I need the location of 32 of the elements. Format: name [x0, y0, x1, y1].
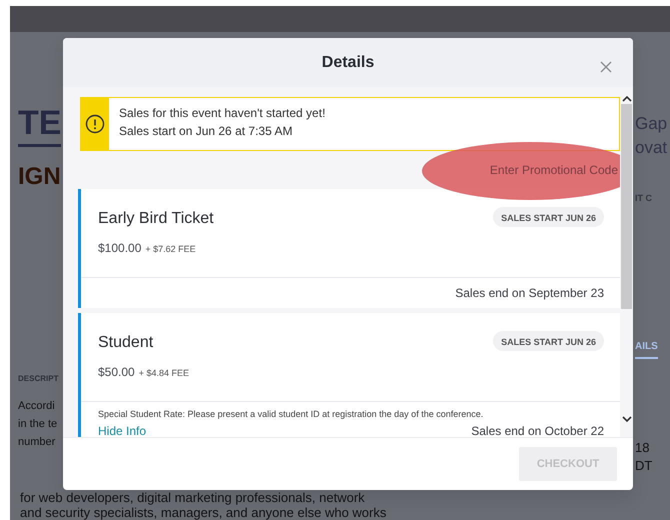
modal-title: Details — [322, 52, 374, 72]
body-text: for web developers, digital marketing professionals, network — [20, 490, 366, 505]
promo-code-link[interactable]: Enter Promotional Code — [490, 161, 618, 179]
ticket-name: Student — [98, 333, 154, 353]
page-subtitle-text: IGN — [18, 162, 61, 192]
section-heading: DESCRIPT — [18, 373, 58, 385]
scrollbar-thumb[interactable] — [621, 104, 632, 309]
sales-end-text: Sales end on September 23 — [455, 285, 604, 302]
alert-text: Sales start on Jun 26 at 7:35 AM — [119, 123, 294, 140]
scroll-down-icon[interactable] — [622, 416, 632, 423]
body-text: Accordi — [18, 399, 55, 414]
body-text: and security specialists, managers, and anyone else who works — [20, 505, 388, 520]
warning-icon — [85, 114, 105, 134]
sales-end-text: Sales end on October 22 — [471, 422, 604, 437]
ticket-fee: + $4.84 FEE — [138, 368, 189, 378]
body-text: 18 — [635, 438, 650, 456]
ticket-info-text: Special Student Rate: Please present a valid student ID at registration the day of the conference. — [98, 408, 484, 421]
body-text: number — [18, 435, 56, 450]
hide-info-link[interactable]: Hide Info — [98, 422, 146, 437]
alert-text: Sales for this event haven't started yet! — [119, 105, 326, 122]
body-text: in the te — [18, 417, 58, 432]
sales-start-badge: SALES START JUN 26 — [493, 331, 604, 351]
ticket-price: $100.00 — [98, 241, 142, 255]
page-tab[interactable]: AILS — [635, 336, 658, 358]
page-title-text: ovat — [635, 137, 668, 159]
page-title-text: Gap — [635, 113, 668, 135]
ticket-name: Early Bird Ticket — [98, 209, 214, 229]
ticket-fee: + $7.62 FEE — [145, 244, 196, 254]
body-text: DT — [635, 456, 652, 474]
sales-start-badge: SALES START JUN 26 — [493, 207, 604, 227]
ticket-price: $50.00 — [98, 365, 135, 379]
scroll-up-icon[interactable] — [622, 95, 632, 102]
